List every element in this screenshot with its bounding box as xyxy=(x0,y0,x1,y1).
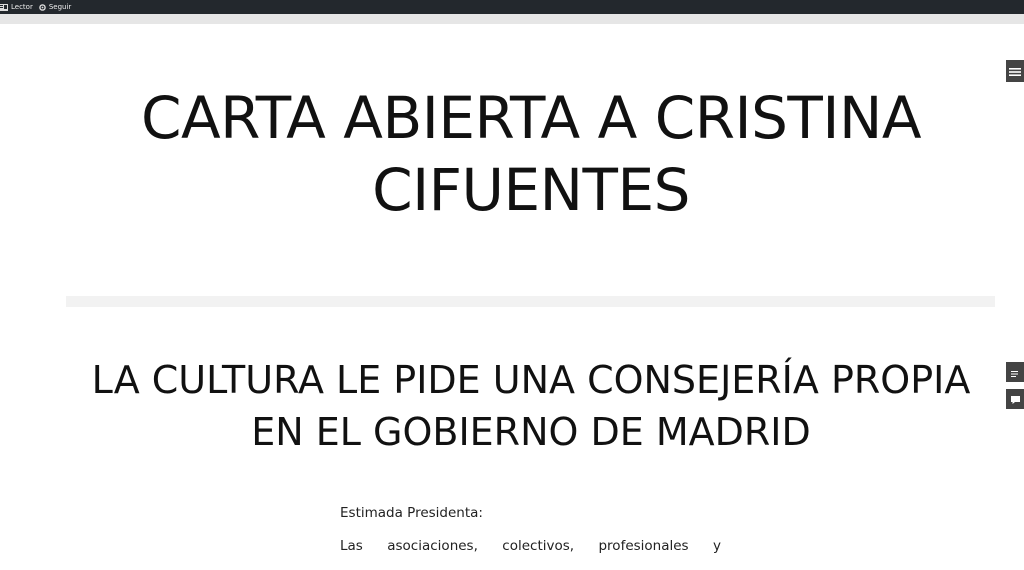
post-title[interactable]: LA CULTURA LE PIDE UNA CONSEJERÍA PROPIA… xyxy=(66,354,996,458)
comment-icon xyxy=(1010,390,1021,409)
follow-label: Seguir xyxy=(48,3,72,11)
follow-link[interactable]: Seguir xyxy=(39,0,71,14)
reader-link[interactable]: Lector xyxy=(0,0,33,14)
header-strip xyxy=(0,14,1024,24)
gear-icon xyxy=(39,3,46,11)
post-first-line: Las asociaciones, colectivos, profesiona… xyxy=(340,538,721,554)
reader-label: Lector xyxy=(11,3,33,11)
post-greeting: Estimada Presidenta: xyxy=(340,505,483,521)
list-button[interactable] xyxy=(1006,362,1024,382)
menu-button[interactable] xyxy=(1006,60,1024,82)
post-body: Estimada Presidenta: Las asociaciones, c… xyxy=(340,504,721,570)
hamburger-menu-icon xyxy=(1009,62,1021,81)
comments-button[interactable] xyxy=(1006,389,1024,409)
section-divider xyxy=(66,296,995,307)
reader-icon xyxy=(0,3,8,11)
list-icon xyxy=(1010,363,1020,382)
site-title[interactable]: CARTA ABIERTA A CRISTINA CIFUENTES xyxy=(66,82,996,226)
admin-bar: Lector Seguir xyxy=(0,0,1024,14)
